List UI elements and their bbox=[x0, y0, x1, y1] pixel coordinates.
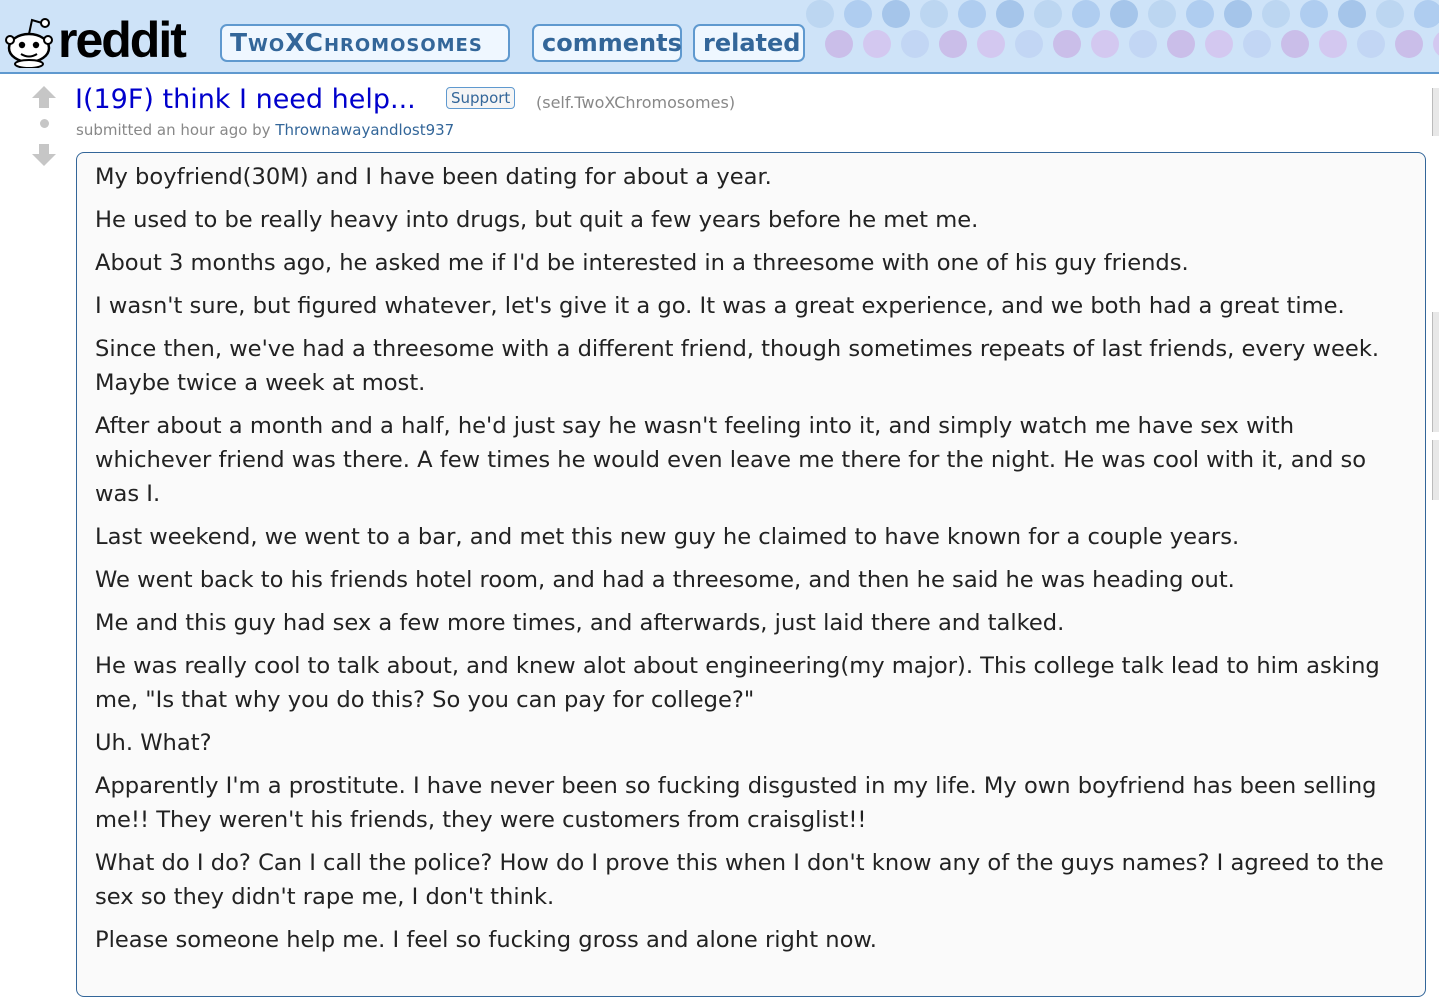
tagline-prefix: submitted an hour ago by bbox=[76, 121, 271, 139]
post-flair-badge: Support bbox=[446, 87, 516, 109]
header-pattern-dot bbox=[1205, 30, 1233, 58]
header-pattern-dot bbox=[1357, 30, 1385, 58]
header-pattern-dot bbox=[1167, 30, 1195, 58]
header-pattern-dot bbox=[882, 0, 910, 28]
upvote-arrow-icon[interactable] bbox=[30, 84, 58, 110]
header-pattern-dot bbox=[1395, 30, 1423, 58]
selftext-paragraph: Please someone help me. I feel so fuckin… bbox=[95, 927, 877, 953]
header-pattern-dot bbox=[939, 30, 967, 58]
selftext-paragraph: Me and this guy had sex a few more times… bbox=[95, 610, 1065, 636]
author-link[interactable]: Thrownawayandlost937 bbox=[275, 121, 454, 139]
selftext-paragraph: Last weekend, we went to a bar, and met … bbox=[95, 524, 1240, 550]
header-pattern-dot bbox=[1338, 0, 1366, 28]
header-pattern-dot bbox=[901, 30, 929, 58]
post-selftext: My boyfriend(30M) and I have been dating… bbox=[76, 152, 1426, 997]
header-pattern-dot bbox=[1281, 30, 1309, 58]
reddit-alien-logo-icon[interactable] bbox=[2, 12, 56, 68]
selftext-paragraph: Since then, we've had a threesome with a… bbox=[95, 336, 1380, 396]
selftext-paragraph: About 3 months ago, he asked me if I'd b… bbox=[95, 250, 1189, 276]
sidebar-edge bbox=[1432, 312, 1439, 432]
selftext-paragraph: After about a month and a half, he'd jus… bbox=[95, 413, 1367, 507]
header-pattern-dot bbox=[1186, 0, 1214, 28]
header-pattern-dot bbox=[1034, 0, 1062, 28]
header-pattern-dot bbox=[1433, 32, 1439, 56]
tab-related[interactable]: related bbox=[693, 24, 805, 62]
selftext-paragraph: What do I do? Can I call the police? How… bbox=[95, 850, 1384, 910]
site-header: reddit TwoXChromosomes comments related bbox=[0, 0, 1439, 74]
header-pattern-dot bbox=[1148, 0, 1176, 28]
header-pattern-dot bbox=[1110, 0, 1138, 28]
reddit-wordmark[interactable]: reddit bbox=[58, 10, 187, 70]
selftext-paragraph: My boyfriend(30M) and I have been dating… bbox=[95, 164, 772, 190]
header-pattern-dot bbox=[1414, 0, 1439, 28]
selftext-paragraph: We went back to his friends hotel room, … bbox=[95, 567, 1235, 593]
downvote-arrow-icon[interactable] bbox=[30, 142, 58, 168]
post-tagline: submitted an hour ago by Thrownawayandlo… bbox=[76, 121, 454, 139]
header-pattern-dot bbox=[920, 0, 948, 28]
selftext-paragraph: He used to be really heavy into drugs, b… bbox=[95, 207, 979, 233]
header-pattern-dot bbox=[977, 30, 1005, 58]
tab-subreddit[interactable]: TwoXChromosomes bbox=[220, 24, 510, 62]
header-pattern-dot bbox=[1053, 30, 1081, 58]
selftext-paragraph: Apparently I'm a prostitute. I have neve… bbox=[95, 773, 1377, 833]
selftext-paragraph: He was really cool to talk about, and kn… bbox=[95, 653, 1380, 713]
score-indicator bbox=[40, 119, 49, 128]
header-pattern-dot bbox=[1262, 0, 1290, 28]
selftext-paragraph: Uh. What? bbox=[95, 730, 212, 756]
header-pattern-dot bbox=[825, 30, 853, 58]
header-pattern-dot bbox=[1129, 30, 1157, 58]
header-pattern-dot bbox=[806, 0, 834, 28]
header-pattern-dot bbox=[844, 0, 872, 28]
header-pattern-dot bbox=[1319, 30, 1347, 58]
header-pattern-dot bbox=[996, 0, 1024, 28]
post-domain[interactable]: (self.TwoXChromosomes) bbox=[536, 93, 735, 112]
header-pattern-dot bbox=[958, 0, 986, 28]
header-pattern-dot bbox=[1072, 0, 1100, 28]
post-title-link[interactable]: I(19F) think I need help... bbox=[75, 82, 416, 118]
tab-comments[interactable]: comments bbox=[532, 24, 682, 62]
header-pattern-dot bbox=[1243, 30, 1271, 58]
header-pattern-dot bbox=[1300, 0, 1328, 28]
header-pattern-dot bbox=[1015, 30, 1043, 58]
selftext-paragraph: I wasn't sure, but figured whatever, let… bbox=[95, 293, 1345, 319]
sidebar-edge bbox=[1432, 88, 1439, 136]
header-pattern-dot bbox=[1091, 30, 1119, 58]
sidebar-edge bbox=[1432, 440, 1439, 500]
header-pattern-dot bbox=[1376, 0, 1404, 28]
header-pattern-dot bbox=[1224, 0, 1252, 28]
header-pattern-dot bbox=[863, 30, 891, 58]
